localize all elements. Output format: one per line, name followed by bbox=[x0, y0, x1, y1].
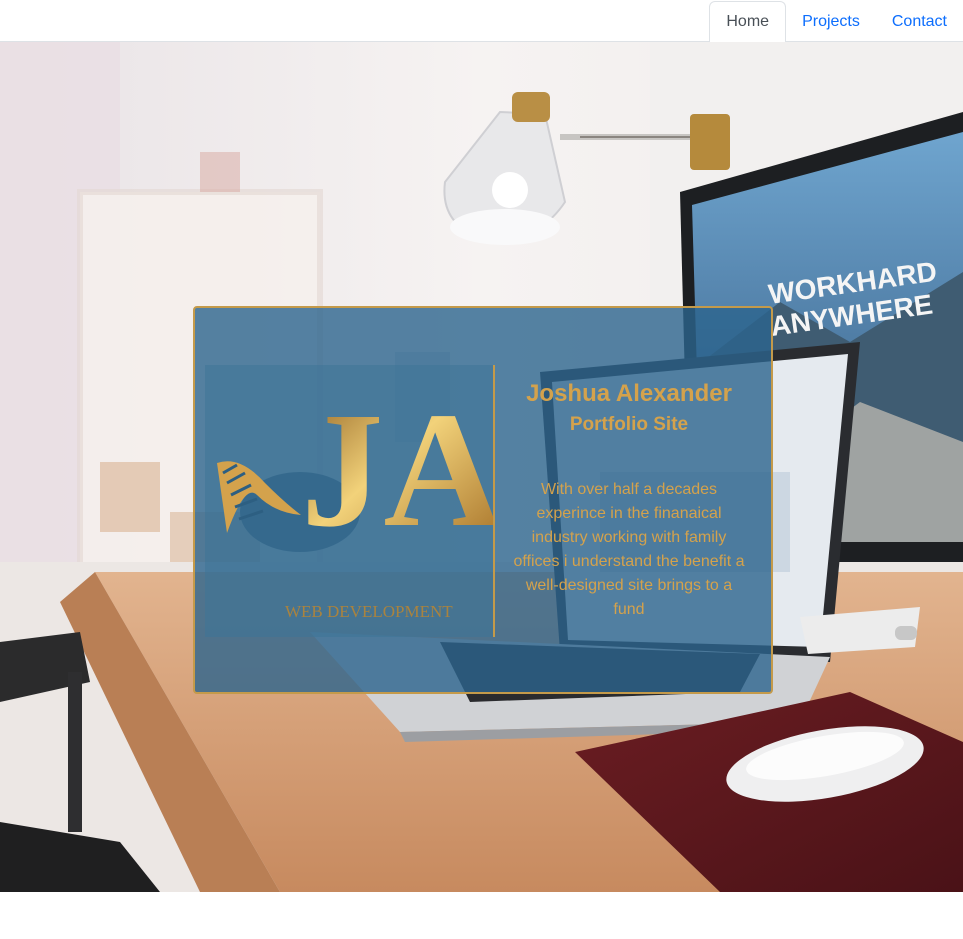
card-info: Joshua Alexander Portfolio Site With ove… bbox=[509, 378, 749, 622]
swoosh-icon bbox=[217, 461, 301, 533]
intro-card: JA WEB DEVELOPMENT Joshua Alexander Port… bbox=[193, 306, 773, 694]
intro-description: With over half a decades experince in th… bbox=[513, 480, 745, 618]
ja-logo: JA WEB DEVELOPMENT bbox=[205, 365, 495, 637]
logo-graphic: JA WEB DEVELOPMENT bbox=[217, 378, 495, 621]
site-subtitle: Portfolio Site bbox=[569, 414, 689, 436]
logo-tagline: WEB DEVELOPMENT bbox=[285, 602, 453, 621]
hero-section: WORKHARD ANYWHERE JA WEB DEVELOPMENT Jos… bbox=[0, 42, 963, 892]
owner-name: Joshua Alexander bbox=[526, 380, 732, 407]
nav-tab-home[interactable]: Home bbox=[709, 1, 787, 43]
card-divider bbox=[493, 365, 495, 637]
nav-tab-projects[interactable]: Projects bbox=[786, 1, 876, 42]
top-navbar: Home Projects Contact bbox=[0, 0, 963, 43]
logo-letters: JA bbox=[301, 378, 495, 561]
nav-tabs: Home Projects Contact bbox=[709, 0, 963, 43]
nav-tab-contact[interactable]: Contact bbox=[876, 1, 963, 42]
